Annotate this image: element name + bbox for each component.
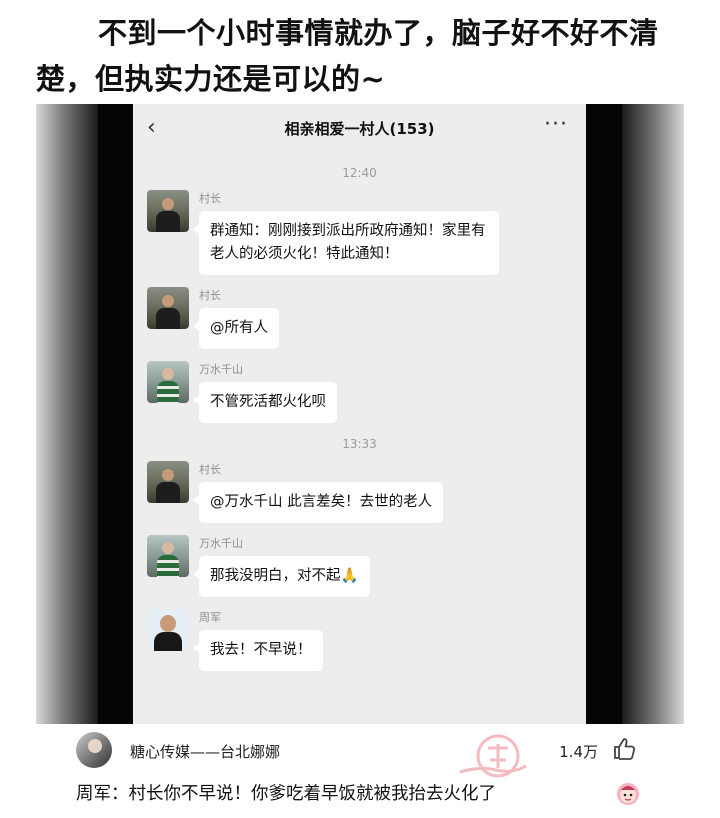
sender-name: 万水千山 <box>199 363 243 376</box>
chat-message: 村长 @所有人 <box>133 287 586 349</box>
like-count: 1.4万 <box>559 743 598 761</box>
chat-timestamp: 13:33 <box>342 437 377 451</box>
message-body: 周军 我去！不早说！ <box>193 609 323 671</box>
thumbs-up-icon[interactable] <box>610 735 638 763</box>
post-caption: 不到一个小时事情就办了，脑子好不好不清楚，但执实力还是可以的~ <box>36 16 659 96</box>
message-body: 万水千山 那我没明白，对不起🙏 <box>193 535 370 597</box>
message-bubble[interactable]: @万水千山 此言差矣！去世的老人 <box>192 482 444 523</box>
group-title: 相亲相爱一村人(153) <box>284 119 435 138</box>
sender-name: 村长 <box>199 289 221 302</box>
village-chief-avatar[interactable] <box>147 461 189 503</box>
zhoujun-avatar[interactable] <box>147 609 189 651</box>
sender-name: 万水千山 <box>199 537 243 550</box>
sender-name: 村长 <box>199 192 221 205</box>
chat-timestamp: 12:40 <box>342 166 377 180</box>
village-chief-avatar[interactable] <box>147 190 189 232</box>
sender-name: 周军 <box>199 611 221 624</box>
comment-author-bar: 糖心传媒——台北娜娜 1.4万 <box>76 728 646 774</box>
wanshui-avatar[interactable] <box>147 361 189 403</box>
message-body: 村长 群通知：刚刚接到派出所政府通知！家里有老人的必须火化！特此通知！ <box>193 190 499 275</box>
chat-message: 村长 群通知：刚刚接到派出所政府通知！家里有老人的必须火化！特此通知！ <box>133 190 586 275</box>
chat-message: 万水千山 不管死活都火化呗 <box>133 361 586 423</box>
chat-message: 村长 @万水千山 此言差矣！去世的老人 <box>133 461 586 523</box>
message-body: 万水千山 不管死活都火化呗 <box>193 361 337 423</box>
embarrassed-face-icon <box>617 783 639 805</box>
message-bubble[interactable]: 群通知：刚刚接到派出所政府通知！家里有老人的必须火化！特此通知！ <box>193 211 499 275</box>
watermark-stamp-icon <box>459 734 527 778</box>
wanshui-avatar[interactable] <box>147 535 189 577</box>
chevron-left-icon[interactable]: ‹ <box>147 115 156 140</box>
commenter-name[interactable]: 糖心传媒——台北娜娜 <box>130 741 280 762</box>
chat-header: ‹ 相亲相爱一村人(153) ··· <box>133 104 586 152</box>
message-bubble[interactable]: 我去！不早说！ <box>193 630 323 671</box>
screenshot-frame: ‹ 相亲相爱一村人(153) ··· 12:40 村长 群通知：刚刚接到派出所政… <box>36 104 684 724</box>
message-bubble[interactable]: 不管死活都火化呗 <box>193 382 337 423</box>
message-body: 村长 @万水千山 此言差矣！去世的老人 <box>192 461 444 523</box>
chat-message: 周军 我去！不早说！ <box>133 609 586 671</box>
comment-text: 周军：村长你不早说！你爹吃着早饭就被我抬去火化了 <box>76 784 496 804</box>
frame-right-shade <box>622 104 684 724</box>
message-bubble[interactable]: @所有人 <box>193 308 279 349</box>
message-body: 村长 @所有人 <box>193 287 279 349</box>
commenter-avatar[interactable] <box>76 732 112 768</box>
message-bubble[interactable]: 那我没明白，对不起🙏 <box>193 556 370 597</box>
more-dots-icon[interactable]: ··· <box>544 112 568 137</box>
sender-name: 村长 <box>199 463 221 476</box>
village-chief-avatar[interactable] <box>147 287 189 329</box>
chat-screen: ‹ 相亲相爱一村人(153) ··· 12:40 村长 群通知：刚刚接到派出所政… <box>133 104 586 724</box>
frame-left-shade <box>36 104 98 724</box>
chat-message: 万水千山 那我没明白，对不起🙏 <box>133 535 586 597</box>
